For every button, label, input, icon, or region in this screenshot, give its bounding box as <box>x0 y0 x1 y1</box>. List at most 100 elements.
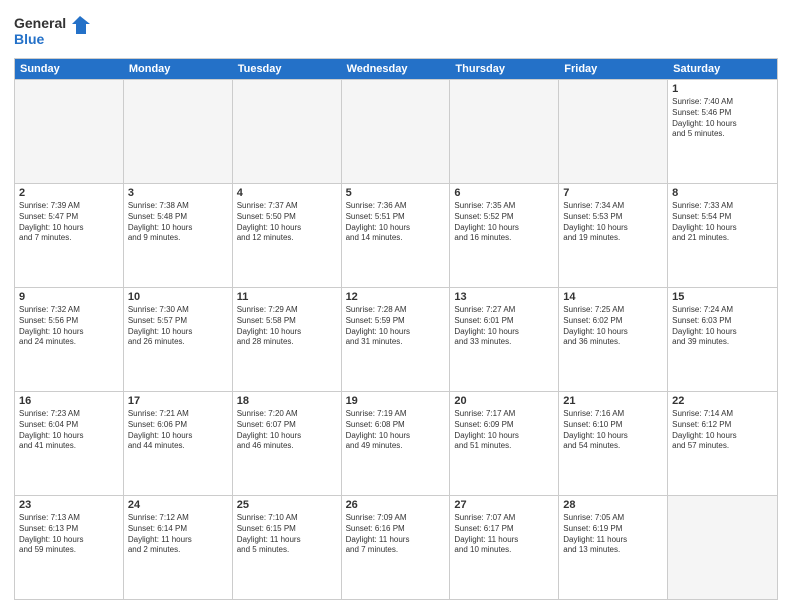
calendar-row: 16 Sunrise: 7:23 AM Sunset: 6:04 PM Dayli… <box>15 391 777 495</box>
weekday-header: Friday <box>559 59 668 79</box>
day-number: 10 <box>128 291 228 303</box>
day-number: 13 <box>454 291 554 303</box>
day-number: 14 <box>563 291 663 303</box>
day-number: 4 <box>237 187 337 199</box>
day-info: Sunrise: 7:38 AM Sunset: 5:48 PM Dayligh… <box>128 201 228 244</box>
page: General Blue SundayMondayTuesdayWednesda… <box>0 0 792 612</box>
weekday-header: Sunday <box>15 59 124 79</box>
calendar-cell: 11 Sunrise: 7:29 AM Sunset: 5:58 PM Dayli… <box>233 288 342 391</box>
calendar-cell: 17 Sunrise: 7:21 AM Sunset: 6:06 PM Dayli… <box>124 392 233 495</box>
day-info: Sunrise: 7:39 AM Sunset: 5:47 PM Dayligh… <box>19 201 119 244</box>
calendar-row: 2 Sunrise: 7:39 AM Sunset: 5:47 PM Daylig… <box>15 183 777 287</box>
calendar-cell: 6 Sunrise: 7:35 AM Sunset: 5:52 PM Daylig… <box>450 184 559 287</box>
calendar-cell: 22Sunrise: 7:14 AM Sunset: 6:12 PM Dayli… <box>668 392 777 495</box>
day-number: 24 <box>128 499 228 511</box>
day-info: Sunrise: 7:36 AM Sunset: 5:51 PM Dayligh… <box>346 201 446 244</box>
day-number: 28 <box>563 499 663 511</box>
weekday-header: Saturday <box>668 59 777 79</box>
calendar-cell <box>450 80 559 183</box>
weekday-header: Thursday <box>450 59 559 79</box>
day-number: 21 <box>563 395 663 407</box>
logo-svg: General Blue <box>14 12 94 52</box>
calendar-cell: 20Sunrise: 7:17 AM Sunset: 6:09 PM Dayli… <box>450 392 559 495</box>
day-number: 18 <box>237 395 337 407</box>
calendar-cell: 2 Sunrise: 7:39 AM Sunset: 5:47 PM Daylig… <box>15 184 124 287</box>
day-info: Sunrise: 7:35 AM Sunset: 5:52 PM Dayligh… <box>454 201 554 244</box>
day-info: Sunrise: 7:12 AM Sunset: 6:14 PM Dayligh… <box>128 513 228 556</box>
calendar-row: 9 Sunrise: 7:32 AM Sunset: 5:56 PM Daylig… <box>15 287 777 391</box>
day-info: Sunrise: 7:37 AM Sunset: 5:50 PM Dayligh… <box>237 201 337 244</box>
day-info: Sunrise: 7:27 AM Sunset: 6:01 PM Dayligh… <box>454 305 554 348</box>
calendar-cell: 24 Sunrise: 7:12 AM Sunset: 6:14 PM Dayli… <box>124 496 233 599</box>
calendar-cell: 4 Sunrise: 7:37 AM Sunset: 5:50 PM Daylig… <box>233 184 342 287</box>
calendar-cell: 5 Sunrise: 7:36 AM Sunset: 5:51 PM Daylig… <box>342 184 451 287</box>
day-number: 15 <box>672 291 773 303</box>
day-number: 5 <box>346 187 446 199</box>
calendar-cell: 7 Sunrise: 7:34 AM Sunset: 5:53 PM Daylig… <box>559 184 668 287</box>
day-number: 11 <box>237 291 337 303</box>
calendar-cell <box>15 80 124 183</box>
day-number: 8 <box>672 187 773 199</box>
calendar-cell <box>668 496 777 599</box>
day-number: 6 <box>454 187 554 199</box>
weekday-header: Tuesday <box>233 59 342 79</box>
calendar-row: 23 Sunrise: 7:13 AM Sunset: 6:13 PM Dayli… <box>15 495 777 599</box>
calendar-cell: 14Sunrise: 7:25 AM Sunset: 6:02 PM Dayli… <box>559 288 668 391</box>
day-info: Sunrise: 7:10 AM Sunset: 6:15 PM Dayligh… <box>237 513 337 556</box>
calendar-cell: 21 Sunrise: 7:16 AM Sunset: 6:10 PM Dayli… <box>559 392 668 495</box>
calendar-body: 1 Sunrise: 7:40 AM Sunset: 5:46 PM Daylig… <box>15 79 777 599</box>
day-number: 23 <box>19 499 119 511</box>
calendar-cell <box>559 80 668 183</box>
day-info: Sunrise: 7:34 AM Sunset: 5:53 PM Dayligh… <box>563 201 663 244</box>
day-info: Sunrise: 7:21 AM Sunset: 6:06 PM Dayligh… <box>128 409 228 452</box>
day-number: 27 <box>454 499 554 511</box>
weekday-header: Wednesday <box>342 59 451 79</box>
day-info: Sunrise: 7:05 AM Sunset: 6:19 PM Dayligh… <box>563 513 663 556</box>
calendar: SundayMondayTuesdayWednesdayThursdayFrid… <box>14 58 778 600</box>
calendar-cell: 28 Sunrise: 7:05 AM Sunset: 6:19 PM Dayli… <box>559 496 668 599</box>
day-info: Sunrise: 7:29 AM Sunset: 5:58 PM Dayligh… <box>237 305 337 348</box>
day-info: Sunrise: 7:09 AM Sunset: 6:16 PM Dayligh… <box>346 513 446 556</box>
svg-text:Blue: Blue <box>14 31 45 47</box>
calendar-cell: 18 Sunrise: 7:20 AM Sunset: 6:07 PM Dayli… <box>233 392 342 495</box>
calendar-cell: 10 Sunrise: 7:30 AM Sunset: 5:57 PM Dayli… <box>124 288 233 391</box>
calendar-cell: 13 Sunrise: 7:27 AM Sunset: 6:01 PM Dayli… <box>450 288 559 391</box>
day-info: Sunrise: 7:20 AM Sunset: 6:07 PM Dayligh… <box>237 409 337 452</box>
day-info: Sunrise: 7:32 AM Sunset: 5:56 PM Dayligh… <box>19 305 119 348</box>
calendar-cell: 16 Sunrise: 7:23 AM Sunset: 6:04 PM Dayli… <box>15 392 124 495</box>
day-info: Sunrise: 7:16 AM Sunset: 6:10 PM Dayligh… <box>563 409 663 452</box>
day-number: 7 <box>563 187 663 199</box>
calendar-cell: 26 Sunrise: 7:09 AM Sunset: 6:16 PM Dayli… <box>342 496 451 599</box>
calendar-cell: 9 Sunrise: 7:32 AM Sunset: 5:56 PM Daylig… <box>15 288 124 391</box>
calendar-cell: 25 Sunrise: 7:10 AM Sunset: 6:15 PM Dayli… <box>233 496 342 599</box>
calendar-cell: 27 Sunrise: 7:07 AM Sunset: 6:17 PM Dayli… <box>450 496 559 599</box>
day-info: Sunrise: 7:13 AM Sunset: 6:13 PM Dayligh… <box>19 513 119 556</box>
calendar-cell: 19 Sunrise: 7:19 AM Sunset: 6:08 PM Dayli… <box>342 392 451 495</box>
day-info: Sunrise: 7:40 AM Sunset: 5:46 PM Dayligh… <box>672 97 773 140</box>
day-info: Sunrise: 7:23 AM Sunset: 6:04 PM Dayligh… <box>19 409 119 452</box>
svg-text:General: General <box>14 15 66 31</box>
day-info: Sunrise: 7:19 AM Sunset: 6:08 PM Dayligh… <box>346 409 446 452</box>
day-info: Sunrise: 7:07 AM Sunset: 6:17 PM Dayligh… <box>454 513 554 556</box>
day-info: Sunrise: 7:14 AM Sunset: 6:12 PM Dayligh… <box>672 409 773 452</box>
day-number: 25 <box>237 499 337 511</box>
day-number: 1 <box>672 83 773 95</box>
weekday-header: Monday <box>124 59 233 79</box>
day-number: 9 <box>19 291 119 303</box>
logo: General Blue <box>14 12 94 52</box>
day-number: 26 <box>346 499 446 511</box>
calendar-header: SundayMondayTuesdayWednesdayThursdayFrid… <box>15 59 777 79</box>
day-info: Sunrise: 7:30 AM Sunset: 5:57 PM Dayligh… <box>128 305 228 348</box>
day-info: Sunrise: 7:33 AM Sunset: 5:54 PM Dayligh… <box>672 201 773 244</box>
day-number: 2 <box>19 187 119 199</box>
calendar-cell: 3Sunrise: 7:38 AM Sunset: 5:48 PM Daylig… <box>124 184 233 287</box>
day-number: 16 <box>19 395 119 407</box>
calendar-cell <box>342 80 451 183</box>
day-number: 12 <box>346 291 446 303</box>
day-number: 17 <box>128 395 228 407</box>
day-number: 19 <box>346 395 446 407</box>
day-number: 20 <box>454 395 554 407</box>
calendar-cell <box>124 80 233 183</box>
calendar-row: 1 Sunrise: 7:40 AM Sunset: 5:46 PM Daylig… <box>15 79 777 183</box>
calendar-cell <box>233 80 342 183</box>
